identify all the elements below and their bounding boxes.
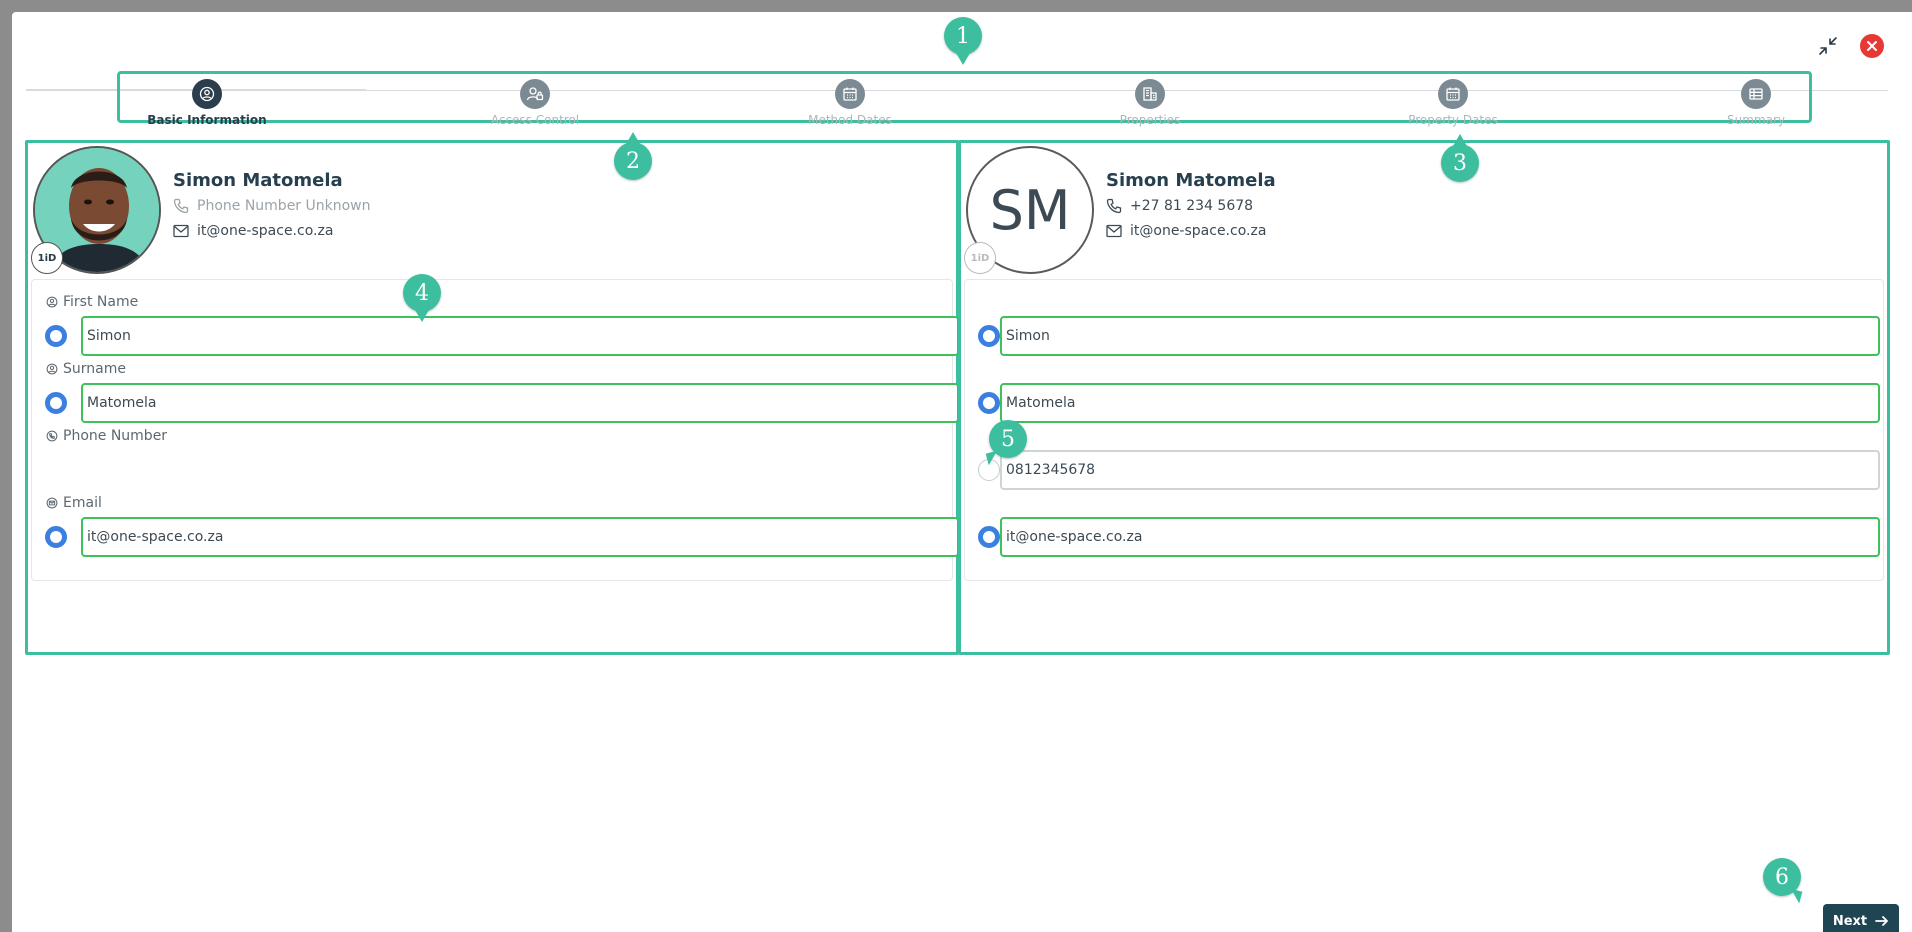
email-input[interactable]: it@one-space.co.za — [81, 517, 959, 557]
step-summary[interactable]: Summary — [1666, 74, 1846, 127]
phone-icon — [46, 430, 58, 442]
source-profile-header: 1iD Simon Matomela Phone Number Unknown … — [31, 146, 933, 276]
window-controls — [1814, 32, 1886, 60]
step-access-control[interactable]: Access Control — [445, 74, 625, 127]
mail-icon — [46, 497, 58, 509]
profile-phone-text: +27 81 234 5678 — [1130, 198, 1254, 214]
first-name-radio[interactable] — [45, 325, 67, 347]
surname-radio[interactable] — [45, 392, 67, 414]
id-badge: 1iD — [31, 242, 63, 274]
profile-email: it@one-space.co.za — [1106, 223, 1266, 239]
profile-email-text: it@one-space.co.za — [1130, 223, 1267, 239]
wizard-modal: Basic Information Access Control Method … — [12, 12, 1912, 932]
profile-name: Simon Matomela — [173, 170, 343, 191]
table-icon — [1741, 79, 1771, 109]
step-label: Summary — [1727, 113, 1785, 127]
first-name-input[interactable]: Simon — [81, 316, 959, 356]
stepper: Basic Information Access Control Method … — [117, 71, 1812, 127]
building-icon — [1135, 79, 1165, 109]
collapse-arrows-icon[interactable] — [1814, 32, 1842, 60]
close-button[interactable] — [1858, 32, 1886, 60]
step-basic-information[interactable]: Basic Information — [117, 74, 297, 127]
next-label: Next — [1832, 913, 1868, 929]
profile-email: it@one-space.co.za — [173, 223, 333, 239]
phone-number-input[interactable]: 0812345678 — [1000, 450, 1880, 490]
step-label: Property Dates — [1408, 113, 1498, 127]
calendar-icon — [835, 79, 865, 109]
field-label-text: Surname — [63, 361, 126, 377]
step-label: Properties — [1119, 113, 1181, 127]
surname-input[interactable]: Matomela — [81, 383, 959, 423]
profile-name: Simon Matomela — [1106, 170, 1276, 191]
first-name-label: First Name — [46, 294, 138, 310]
surname-label: Surname — [46, 361, 126, 377]
source-profile-panel: 1iD Simon Matomela Phone Number Unknown … — [25, 140, 959, 655]
id-badge: 1iD — [964, 242, 996, 274]
callout-badge-4: 4 — [403, 274, 441, 322]
target-profile-panel: SM 1iD Simon Matomela +27 81 234 5678 it… — [958, 140, 1890, 655]
close-icon — [1860, 34, 1884, 58]
step-property-dates[interactable]: Property Dates — [1363, 74, 1543, 127]
surname-input[interactable]: Matomela — [1000, 383, 1880, 423]
target-form: Simon Matomela 0812345678 it@one-space.c… — [964, 279, 1884, 581]
surname-radio[interactable] — [978, 392, 1000, 414]
callout-badge-6: 6 — [1763, 858, 1801, 896]
field-label-text: First Name — [63, 294, 139, 310]
step-properties[interactable]: Properties — [1060, 74, 1240, 127]
email-input[interactable]: it@one-space.co.za — [1000, 517, 1880, 557]
callout-badge-5: 5 — [989, 420, 1027, 458]
callout-badge-3: 3 — [1441, 134, 1479, 182]
user-circle-icon — [46, 296, 58, 308]
first-name-input[interactable]: Simon — [1000, 316, 1880, 356]
step-label: Method Dates — [808, 113, 892, 127]
user-lock-icon — [520, 79, 550, 109]
phone-icon — [1106, 198, 1122, 214]
target-profile-header: SM 1iD Simon Matomela +27 81 234 5678 it… — [964, 146, 1866, 276]
step-label: Access Control — [490, 113, 580, 127]
calendar-icon — [1438, 79, 1468, 109]
step-label: Basic Information — [147, 113, 267, 127]
mail-icon — [1106, 224, 1122, 238]
source-form: First Name Simon Surname Matomela Phone … — [31, 279, 959, 581]
first-name-radio[interactable] — [978, 325, 1000, 347]
user-circle-icon — [192, 79, 222, 109]
profile-phone: +27 81 234 5678 — [1106, 198, 1253, 214]
field-label-text: Email — [63, 495, 102, 511]
arrow-right-icon — [1875, 916, 1889, 926]
user-circle-icon — [46, 363, 58, 375]
field-label-text: Phone Number — [63, 428, 168, 444]
email-label: Email — [46, 495, 102, 511]
profile-phone-text: Phone Number Unknown — [197, 198, 371, 214]
phone-number-label: Phone Number — [46, 428, 167, 444]
profile-email-text: it@one-space.co.za — [197, 223, 334, 239]
profile-phone: Phone Number Unknown — [173, 198, 371, 214]
next-button[interactable]: Next — [1823, 904, 1899, 932]
mail-icon — [173, 224, 189, 238]
callout-badge-1: 1 — [944, 17, 982, 65]
email-radio[interactable] — [45, 526, 67, 548]
callout-badge-2: 2 — [614, 132, 652, 180]
step-method-dates[interactable]: Method Dates — [760, 74, 940, 127]
phone-icon — [173, 198, 189, 214]
email-radio[interactable] — [978, 526, 1000, 548]
